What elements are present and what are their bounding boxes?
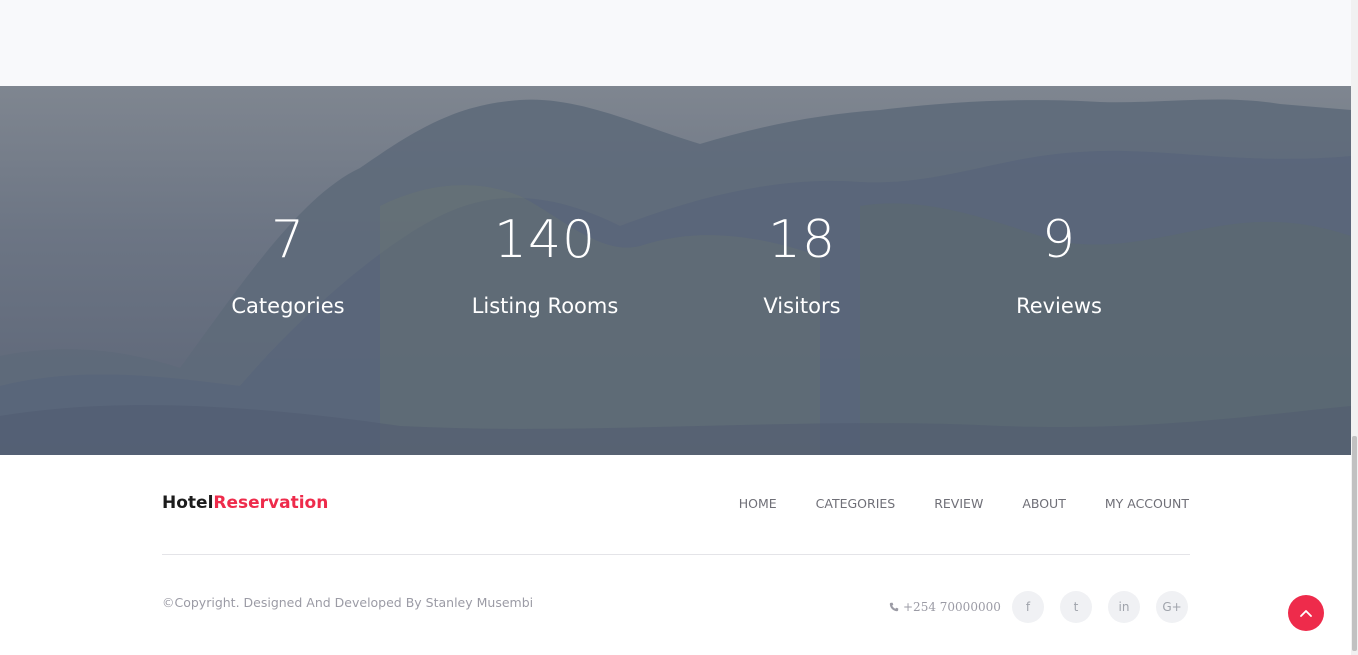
footer-brand-logo[interactable]: HotelReservation bbox=[162, 493, 328, 513]
brand-name-part2: Reservation bbox=[213, 493, 329, 513]
social-links: f t in G+ bbox=[1012, 591, 1188, 623]
stat-label: Reviews bbox=[1016, 294, 1102, 318]
page-scrollbar[interactable] bbox=[1351, 0, 1358, 655]
page-top-band bbox=[0, 0, 1351, 86]
facebook-glyph: f bbox=[1025, 600, 1031, 614]
footer-nav: HOME CATEGORIES REVIEW ABOUT MY ACCOUNT bbox=[739, 496, 1189, 511]
scroll-to-top-button[interactable] bbox=[1288, 595, 1324, 631]
footer-nav-home[interactable]: HOME bbox=[739, 496, 777, 511]
stat-value: 140 bbox=[493, 210, 597, 270]
footer-nav-categories[interactable]: CATEGORIES bbox=[816, 496, 896, 511]
chevron-up-icon bbox=[1300, 610, 1312, 617]
scrollbar-thumb[interactable] bbox=[1352, 436, 1357, 651]
stats-section: 7 Categories 140 Listing Rooms 18 Visito… bbox=[0, 86, 1351, 455]
footer-divider bbox=[162, 554, 1190, 555]
copyright-text: ©Copyright. Designed And Developed By St… bbox=[162, 595, 534, 610]
linkedin-icon[interactable]: in bbox=[1108, 591, 1140, 623]
stat-categories: 7 Categories bbox=[158, 206, 418, 318]
google-plus-glyph: G+ bbox=[1162, 600, 1182, 614]
footer-nav-review[interactable]: REVIEW bbox=[934, 496, 983, 511]
stat-label: Visitors bbox=[763, 294, 841, 318]
google-plus-icon[interactable]: G+ bbox=[1156, 591, 1188, 623]
stat-label: Categories bbox=[231, 294, 345, 318]
brand-name-part1: Hotel bbox=[162, 493, 214, 513]
linkedin-glyph: in bbox=[1118, 600, 1130, 614]
stat-value: 18 bbox=[767, 210, 837, 270]
site-footer: HotelReservation HOME CATEGORIES REVIEW … bbox=[0, 455, 1351, 655]
facebook-icon[interactable]: f bbox=[1012, 591, 1044, 623]
phone-number: +254 70000000 bbox=[903, 600, 1001, 614]
twitter-glyph: t bbox=[1073, 600, 1079, 614]
stat-value: 7 bbox=[270, 210, 306, 270]
stat-label: Listing Rooms bbox=[471, 294, 619, 318]
stat-value: 9 bbox=[1041, 210, 1077, 270]
stat-visitors: 18 Visitors bbox=[672, 206, 932, 318]
footer-nav-about[interactable]: ABOUT bbox=[1022, 496, 1066, 511]
twitter-icon[interactable]: t bbox=[1060, 591, 1092, 623]
phone-icon bbox=[889, 602, 899, 612]
stat-reviews: 9 Reviews bbox=[929, 206, 1189, 318]
stat-listing-rooms: 140 Listing Rooms bbox=[415, 206, 675, 318]
footer-nav-my-account[interactable]: MY ACCOUNT bbox=[1105, 496, 1189, 511]
phone-contact: +254 70000000 bbox=[889, 600, 1001, 614]
